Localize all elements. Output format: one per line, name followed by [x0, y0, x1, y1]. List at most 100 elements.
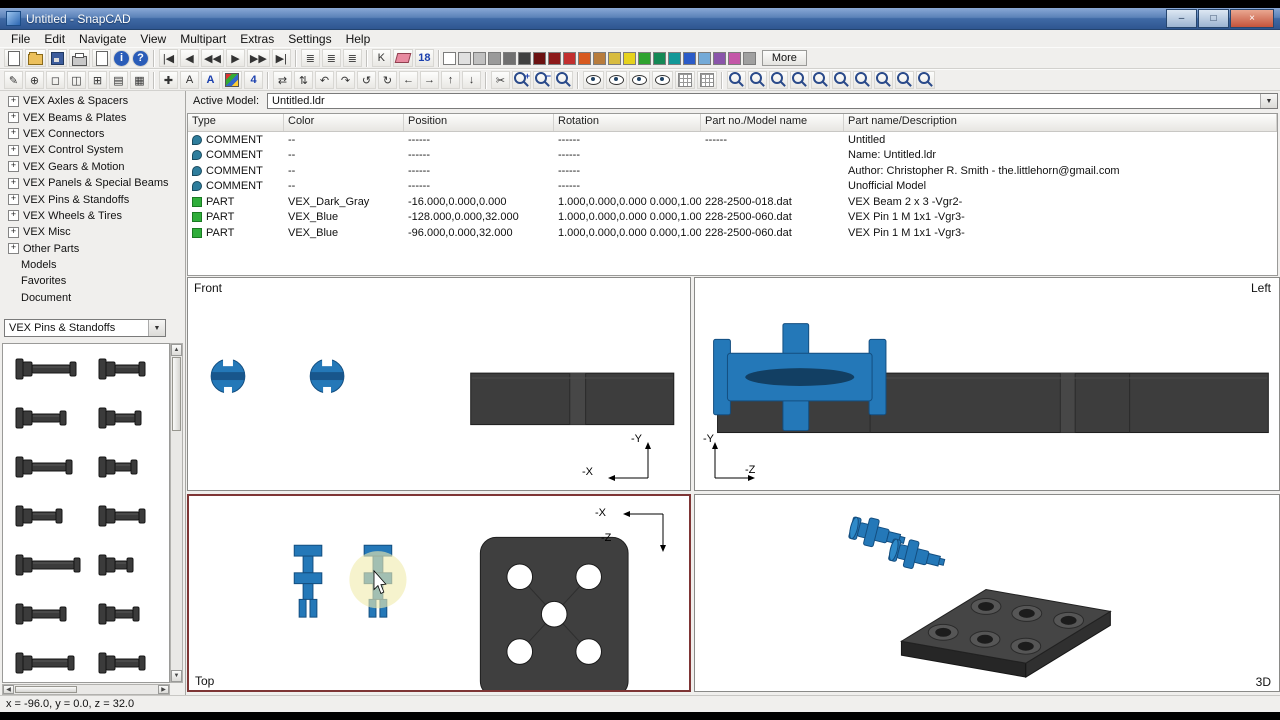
viewport-zoom-3-icon[interactable]: [769, 71, 788, 89]
save-file-icon[interactable]: [48, 49, 67, 67]
zoom-fit-icon[interactable]: [554, 71, 573, 89]
viewport-front[interactable]: Front -Y -X: [187, 277, 691, 491]
next-step-icon[interactable]: ▶: [225, 49, 245, 67]
first-step-icon[interactable]: |◀: [159, 49, 178, 67]
scrollbar-thumb[interactable]: [15, 686, 77, 693]
expand-icon[interactable]: +: [8, 210, 19, 222]
forward-steps-icon[interactable]: ▶▶: [246, 49, 270, 67]
part-thumbnail-11[interactable]: [3, 589, 86, 638]
tree-item-vex-wheels-tires[interactable]: + VEX Wheels & Tires: [2, 208, 182, 224]
split-pane-icon[interactable]: ◫: [67, 71, 86, 89]
part-thumbnail-4[interactable]: [86, 393, 169, 442]
hide-selected-icon[interactable]: [606, 71, 627, 89]
move-down-icon[interactable]: ↓: [462, 71, 481, 89]
tree-item-vex-misc[interactable]: + VEX Misc: [2, 224, 182, 240]
menu-settings[interactable]: Settings: [281, 31, 338, 47]
color-swatch-12[interactable]: [607, 51, 621, 65]
grid-on-icon[interactable]: [675, 71, 695, 89]
viewport-zoom-6-icon[interactable]: [832, 71, 851, 89]
part-thumbnail-14[interactable]: [86, 638, 169, 682]
step-list-icon[interactable]: ≣: [321, 49, 341, 67]
rotate-left-icon[interactable]: ↶: [315, 71, 334, 89]
tree-item-other-parts[interactable]: + Other Parts: [2, 241, 182, 257]
prev-step-icon[interactable]: ◀: [180, 49, 199, 67]
maximize-button[interactable]: □: [1198, 9, 1229, 28]
print-icon[interactable]: [69, 49, 90, 67]
rotate-ccw-icon[interactable]: ↺: [357, 71, 376, 89]
scroll-down-icon[interactable]: ▼: [171, 670, 182, 682]
expand-icon[interactable]: +: [8, 243, 19, 255]
table-row[interactable]: COMMENT -- ------ ------ Name: Untitled.ldr: [188, 148, 1277, 164]
viewport-zoom-10-icon[interactable]: [916, 71, 935, 89]
color-swatch-17[interactable]: [682, 51, 696, 65]
color-swatch-18[interactable]: [697, 51, 711, 65]
colors-icon[interactable]: [222, 71, 242, 89]
menu-multipart[interactable]: Multipart: [173, 31, 233, 47]
table-row[interactable]: COMMENT -- ------ ------ ------ Untitled: [188, 132, 1277, 148]
viewport-zoom-9-icon[interactable]: [895, 71, 914, 89]
tree-item-vex-panels-special-beams[interactable]: + VEX Panels & Special Beams: [2, 175, 182, 191]
print-preview-icon[interactable]: [92, 49, 111, 67]
viewport-zoom-4-icon[interactable]: [790, 71, 809, 89]
color-swatch-9[interactable]: [562, 51, 576, 65]
eraser-icon[interactable]: [392, 49, 413, 67]
part-thumbnail-10[interactable]: [86, 540, 169, 589]
color-swatch-3[interactable]: [472, 51, 486, 65]
color-swatch-8[interactable]: [547, 51, 561, 65]
palette-horizontal-scrollbar[interactable]: ◀ ▶: [2, 684, 170, 695]
color-swatch-20[interactable]: [727, 51, 741, 65]
column-header-part-no[interactable]: Part no./Model name: [701, 114, 844, 131]
table-row[interactable]: COMMENT -- ------ ------ Author: Christopher…: [188, 163, 1277, 179]
tree-item-vex-beams-plates[interactable]: + VEX Beams & Plates: [2, 109, 182, 125]
add-part-icon[interactable]: ✚: [159, 71, 178, 89]
part-thumbnail-9[interactable]: [3, 540, 86, 589]
parts-list-icon[interactable]: ≣: [300, 49, 320, 67]
column-header-rotation[interactable]: Rotation: [554, 114, 701, 131]
cut-icon[interactable]: ✂: [491, 71, 510, 89]
chevron-down-icon[interactable]: ▼: [148, 320, 165, 336]
color-swatch-14[interactable]: [637, 51, 651, 65]
part-thumbnail-5[interactable]: [3, 442, 86, 491]
viewport-left[interactable]: Left -Y -Z: [694, 277, 1280, 491]
rotate-right-icon[interactable]: ↷: [336, 71, 355, 89]
color-swatch-11[interactable]: [592, 51, 606, 65]
part-thumbnail-6[interactable]: [86, 442, 169, 491]
grid-snap-icon[interactable]: [697, 71, 717, 89]
scrollbar-thumb[interactable]: [172, 357, 181, 431]
list-pane-icon[interactable]: ▤: [109, 71, 128, 89]
viewport-3d[interactable]: 3D: [694, 494, 1280, 692]
viewport-top[interactable]: Top -X -Z: [187, 494, 691, 692]
expand-icon[interactable]: +: [8, 226, 19, 238]
color-swatch-6[interactable]: [517, 51, 531, 65]
single-pane-icon[interactable]: ◻: [46, 71, 65, 89]
export-list-icon[interactable]: ≣: [342, 49, 362, 67]
close-button[interactable]: ×: [1230, 9, 1274, 28]
scroll-left-icon[interactable]: ◀: [3, 685, 14, 694]
part-thumbnail-3[interactable]: [3, 393, 86, 442]
group-4-icon[interactable]: 4: [244, 71, 263, 89]
move-right-icon[interactable]: →: [420, 71, 439, 89]
part-thumbnail-2[interactable]: [86, 344, 169, 393]
show-all-icon[interactable]: [583, 71, 604, 89]
scroll-up-icon[interactable]: ▲: [171, 344, 182, 356]
color-swatch-16[interactable]: [667, 51, 681, 65]
last-step-icon[interactable]: ▶|: [271, 49, 291, 67]
tree-item-models[interactable]: Models: [2, 257, 182, 273]
expand-icon[interactable]: +: [8, 144, 19, 156]
color-swatch-21[interactable]: [742, 51, 756, 65]
category-dropdown[interactable]: VEX Pins & Standoffs ▼: [4, 319, 166, 337]
table-row[interactable]: PART VEX_Dark_Gray -16.000,0.000,0.000 1.00…: [188, 194, 1277, 210]
part-thumbnail-12[interactable]: [86, 589, 169, 638]
expand-icon[interactable]: +: [8, 194, 19, 206]
edit-mode-icon[interactable]: ✎: [4, 71, 23, 89]
view-center-icon[interactable]: ⊕: [25, 71, 44, 89]
tree-item-document[interactable]: Document: [2, 290, 182, 306]
table-row[interactable]: COMMENT -- ------ ------ Unofficial Model: [188, 179, 1277, 195]
expand-icon[interactable]: +: [8, 95, 19, 107]
color-swatch-4[interactable]: [487, 51, 501, 65]
chevron-down-icon[interactable]: ▼: [1260, 94, 1277, 108]
viewport-zoom-8-icon[interactable]: [874, 71, 893, 89]
zoom-out-icon[interactable]: −: [533, 71, 552, 89]
part-thumbnail-13[interactable]: [3, 638, 86, 682]
annotation-color-icon[interactable]: A: [201, 71, 220, 89]
